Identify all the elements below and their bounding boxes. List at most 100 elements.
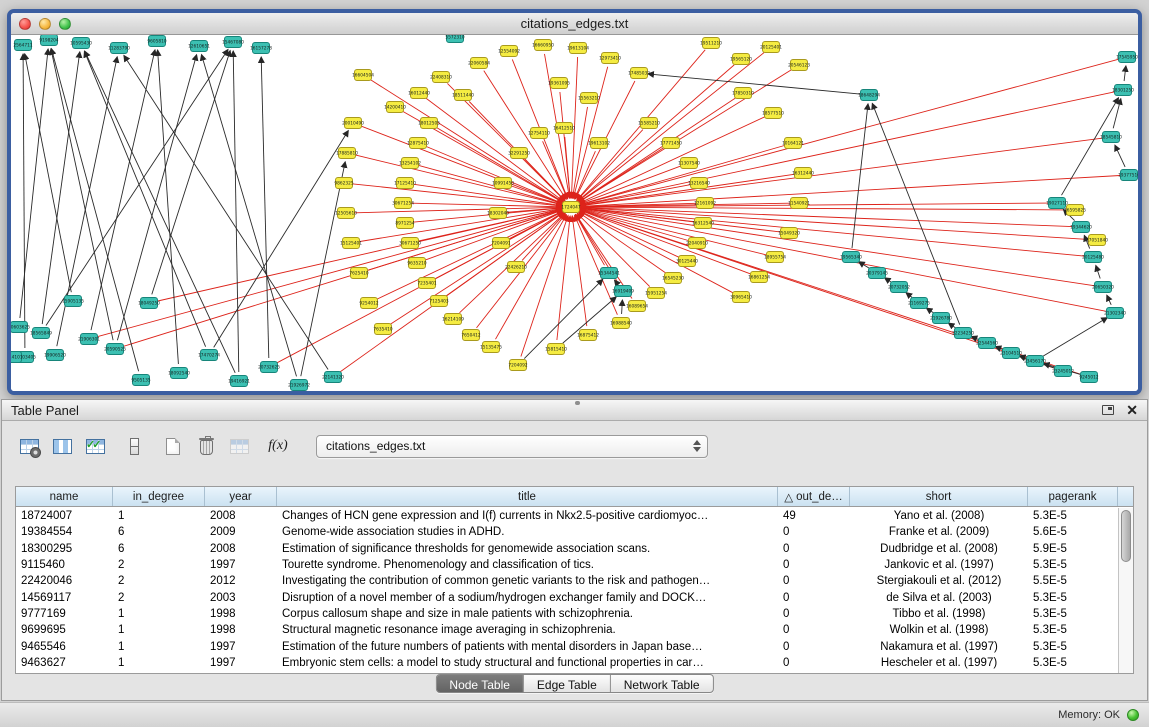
graph-node[interactable]: 9635210 [407,258,426,269]
graph-edge[interactable] [521,216,568,357]
column-header-short[interactable]: short [850,487,1028,506]
graph-node[interactable]: 19344620 [1070,222,1092,233]
column-header-pagerank[interactable]: pagerank [1028,487,1118,506]
float-panel-icon[interactable] [1102,405,1114,415]
graph-node[interactable]: 21302340 [1104,308,1126,319]
graph-edge[interactable] [906,293,912,298]
graph-node[interactable]: 12554092 [498,46,520,57]
graph-node[interactable]: 20603625 [11,322,30,333]
network-view[interactable]: 2564711919820410595430112837909605810126… [11,35,1138,391]
graph-edge[interactable] [360,209,562,242]
graph-edge[interactable] [426,147,562,204]
graph-node[interactable]: 15563210 [578,93,600,104]
column-header-out-degree[interactable]: △ out_de… [778,487,850,506]
table-selector[interactable]: citations_edges.txt [316,435,708,458]
import-table-button[interactable] [226,433,252,459]
graph-node[interactable]: 19613102 [588,138,610,149]
graph-edge[interactable] [580,176,1120,207]
graph-node[interactable]: 15125401 [340,238,362,249]
zoom-window-button[interactable] [59,18,71,30]
graph-node[interactable]: 12875410 [407,138,429,149]
delete-table-button[interactable] [193,433,219,459]
graph-node[interactable]: 16595825 [1064,205,1086,216]
graph-node[interactable]: 9254012 [359,298,378,309]
graph-node[interactable]: 12754110 [528,128,550,139]
tab-edge-table[interactable]: Edge Table [524,675,611,692]
graph-node[interactable]: 12161092 [694,198,716,209]
graph-edge[interactable] [580,138,1102,206]
graph-node[interactable]: 19377510 [1118,170,1138,181]
graph-edge[interactable] [948,323,955,328]
graph-edge[interactable] [1124,66,1126,81]
edit-table-button[interactable] [82,433,108,459]
graph-edge[interactable] [158,209,562,301]
table-row[interactable]: 1938455462009Genome-wide association stu… [16,524,1118,540]
graph-node[interactable]: 9505135 [131,375,150,386]
graph-edge[interactable] [1062,98,1119,195]
graph-node[interactable]: 20732625 [258,362,280,373]
graph-node[interactable]: 16312440 [792,168,814,179]
graph-edge[interactable] [622,300,623,314]
graph-node[interactable]: 19416921 [228,376,250,387]
graph-node[interactable]: 20732052 [888,282,910,293]
graph-node[interactable]: 18577510 [762,108,784,119]
graph-edge[interactable] [1115,145,1125,167]
graph-node[interactable]: 16861254 [748,272,770,283]
graph-node[interactable]: 19565340 [840,252,862,263]
graph-edge[interactable] [202,55,297,377]
graph-node[interactable]: 9198204 [39,35,58,46]
graph-node[interactable]: 23245012 [1052,366,1074,377]
graph-node[interactable]: 20546123 [788,60,810,71]
graph-edge[interactable] [557,216,570,340]
column-header-title[interactable]: title [277,487,778,506]
graph-node[interactable]: 18302040 [487,208,509,219]
graph-node[interactable]: 22426210 [505,262,527,273]
graph-node[interactable]: 30125440 [676,256,698,267]
graph-node[interactable]: 18955754 [764,252,786,263]
graph-node[interactable]: 30671254 [392,198,414,209]
graph-edge[interactable] [1107,295,1111,305]
graph-edge[interactable] [578,65,734,201]
graph-edge[interactable] [340,212,563,372]
graph-node[interactable]: 19511210 [700,38,722,49]
table-row[interactable]: 1830029562008Estimation of significance … [16,541,1118,557]
graph-node[interactable]: 21926972 [288,380,310,391]
graph-edge[interactable] [872,103,959,324]
graph-node[interactable]: 10991450 [492,178,514,189]
graph-node[interactable]: 32291250 [508,148,530,159]
table-panel-titlebar[interactable]: Table Panel ✕ [2,400,1147,421]
graph-node[interactable]: 12973410 [599,53,621,64]
graph-edge[interactable] [356,155,563,205]
table-row[interactable]: 977716911998Corpus callosum shape and si… [16,606,1118,622]
graph-node[interactable]: 11307540 [678,158,700,169]
graph-edge[interactable] [51,49,138,372]
graph-node[interactable]: 7635410 [373,324,392,335]
graph-node[interactable]: 20590525 [104,344,126,355]
new-table-button[interactable] [160,433,186,459]
graph-node[interactable]: 21169275 [908,298,930,309]
graph-node[interactable]: 22544560 [976,338,998,349]
graph-node[interactable]: 7114101 [11,352,23,363]
graph-edge[interactable] [579,117,765,203]
graph-node[interactable]: 7235401 [417,278,436,289]
graph-node[interactable]: 5572310 [445,35,464,43]
graph-node[interactable]: 17485032 [628,68,650,79]
graph-node[interactable]: 16660950 [532,40,554,51]
vertical-scrollbar[interactable] [1118,508,1133,673]
graph-node[interactable]: 9605810 [147,36,166,47]
graph-node[interactable]: 20125480 [1082,252,1104,263]
graph-node[interactable]: 18301250 [1112,85,1134,96]
graph-node[interactable]: 30965410 [730,292,752,303]
graph-node[interactable]: 1724047 [561,202,580,213]
graph-node[interactable]: 15905135 [62,296,84,307]
graph-node[interactable]: 16012440 [408,88,430,99]
graph-node[interactable]: 18565849 [30,328,52,339]
function-builder-button[interactable]: f(x) [265,433,291,459]
graph-node[interactable]: 13216540 [688,178,710,189]
graph-node[interactable]: 15467080 [222,37,244,48]
graph-node[interactable]: 10595430 [70,38,92,49]
graph-node[interactable]: 16545230 [662,273,684,284]
graph-node[interactable]: 19361095 [548,78,570,89]
graph-node[interactable]: 16988540 [610,318,632,329]
show-columns-button[interactable] [49,433,75,459]
